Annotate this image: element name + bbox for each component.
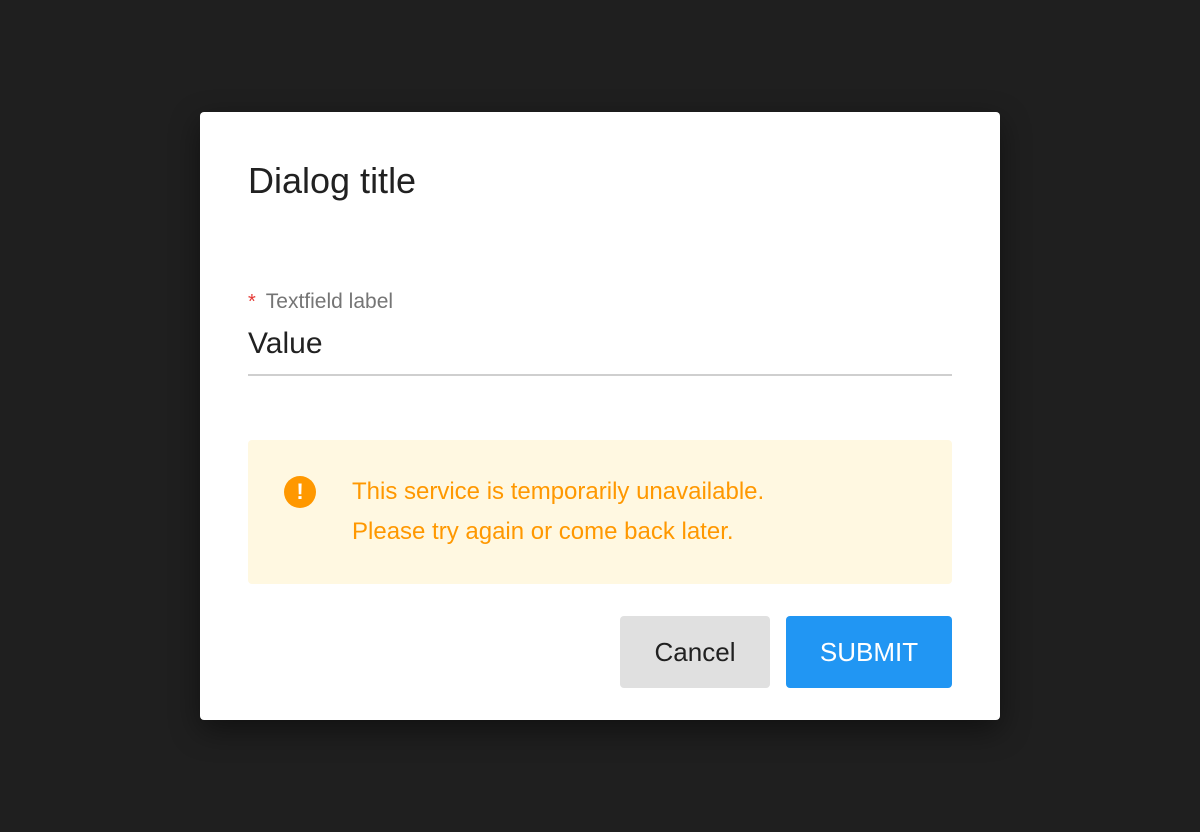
- warning-alert: ! This service is temporarily unavailabl…: [248, 440, 952, 584]
- exclamation-circle-icon: !: [284, 476, 316, 508]
- dialog: Dialog title * Textfield label ! This se…: [200, 112, 1000, 720]
- alert-message-line-1: This service is temporarily unavailable.: [352, 478, 765, 505]
- submit-button[interactable]: SUBMIT: [786, 616, 952, 688]
- textfield-label-row: * Textfield label: [248, 288, 393, 316]
- textfield-input[interactable]: [248, 322, 952, 366]
- alert-message-line-2: Please try again or come back later.: [352, 518, 734, 545]
- alert-message: This service is temporarily unavailable.…: [352, 472, 764, 552]
- textfield: * Textfield label: [248, 288, 952, 376]
- textfield-label: Textfield label: [265, 290, 394, 313]
- cancel-button[interactable]: Cancel: [620, 616, 770, 688]
- textfield-underline: [248, 374, 952, 376]
- required-asterisk: *: [248, 291, 256, 313]
- dialog-actions: Cancel SUBMIT: [620, 616, 952, 688]
- dialog-title: Dialog title: [248, 160, 417, 201]
